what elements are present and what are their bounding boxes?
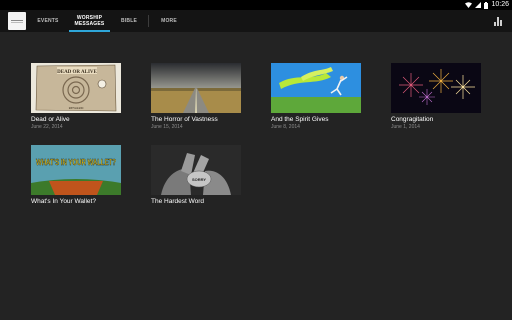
poster-caption: REWARD — [69, 106, 84, 110]
tab-divider — [148, 15, 149, 27]
status-icons: 10:26 — [465, 0, 509, 10]
message-thumbnail: WHAT'S IN YOUR WALLET? — [31, 145, 121, 195]
sorry-stone-image: SORRY — [151, 145, 241, 195]
status-bar: 10:26 — [0, 0, 512, 10]
tab-label: BIBLE — [121, 18, 137, 24]
bar-chart-icon — [497, 17, 499, 26]
tab-label: WORSHIP MESSAGES — [74, 15, 105, 27]
message-title: The Horror of Vastness — [151, 116, 218, 123]
message-date: June 8, 2014 — [271, 124, 300, 130]
tab-label: MORE — [161, 18, 177, 24]
tab-label: EVENTS — [37, 18, 59, 24]
tab-more[interactable]: MORE — [153, 10, 185, 32]
prairie-road-image — [151, 63, 241, 113]
stone-text: SORRY — [192, 177, 206, 182]
active-tab-indicator — [69, 30, 110, 32]
signal-icon — [475, 2, 482, 8]
poster-heading: DEAD OR ALIVE — [57, 70, 97, 75]
message-title: And the Spirit Gives — [271, 116, 329, 123]
logo-mark — [11, 19, 23, 23]
wanted-poster-image: DEAD OR ALIVE REWARD — [31, 63, 121, 113]
message-card[interactable]: The Horror of Vastness June 15, 2014 — [151, 63, 243, 130]
jumping-woman-image — [271, 63, 361, 113]
message-thumbnail — [151, 63, 241, 113]
message-title: The Hardest Word — [151, 198, 204, 205]
message-date: June 15, 2014 — [151, 124, 183, 130]
message-title: Dead or Alive — [31, 116, 70, 123]
app-logo[interactable] — [8, 12, 26, 30]
tab-bible[interactable]: BIBLE — [114, 10, 144, 32]
message-thumbnail — [391, 63, 481, 113]
message-card[interactable]: DEAD OR ALIVE REWARD Dead or Alive June … — [31, 63, 123, 130]
message-thumbnail: SORRY — [151, 145, 241, 195]
action-bar: EVENTS WORSHIP MESSAGES BIBLE MORE — [0, 10, 512, 32]
battery-icon — [484, 1, 489, 9]
bar-chart-icon — [500, 20, 502, 26]
stats-button[interactable] — [494, 16, 504, 26]
message-card[interactable]: WHAT'S IN YOUR WALLET? What's In Your Wa… — [31, 145, 123, 205]
wallet-graphic-image: WHAT'S IN YOUR WALLET? — [31, 145, 121, 195]
wallet-graphic-text: WHAT'S IN YOUR WALLET? — [36, 158, 116, 167]
bar-chart-icon — [494, 22, 496, 26]
message-date: June 1, 2014 — [391, 124, 420, 130]
message-card[interactable]: Congragitation June 1, 2014 — [391, 63, 483, 130]
message-thumbnail — [271, 63, 361, 113]
message-card[interactable]: And the Spirit Gives June 8, 2014 — [271, 63, 363, 130]
clock: 10:26 — [491, 1, 509, 8]
message-title: Congragitation — [391, 116, 434, 123]
wifi-icon — [465, 2, 473, 8]
tab-worship-messages[interactable]: WORSHIP MESSAGES — [69, 10, 110, 32]
message-thumbnail: DEAD OR ALIVE REWARD — [31, 63, 121, 113]
tab-events[interactable]: EVENTS — [31, 10, 65, 32]
message-card[interactable]: SORRY The Hardest Word — [151, 145, 243, 205]
message-title: What's In Your Wallet? — [31, 198, 96, 205]
message-date: June 22, 2014 — [31, 124, 63, 130]
fireworks-image — [391, 63, 481, 113]
